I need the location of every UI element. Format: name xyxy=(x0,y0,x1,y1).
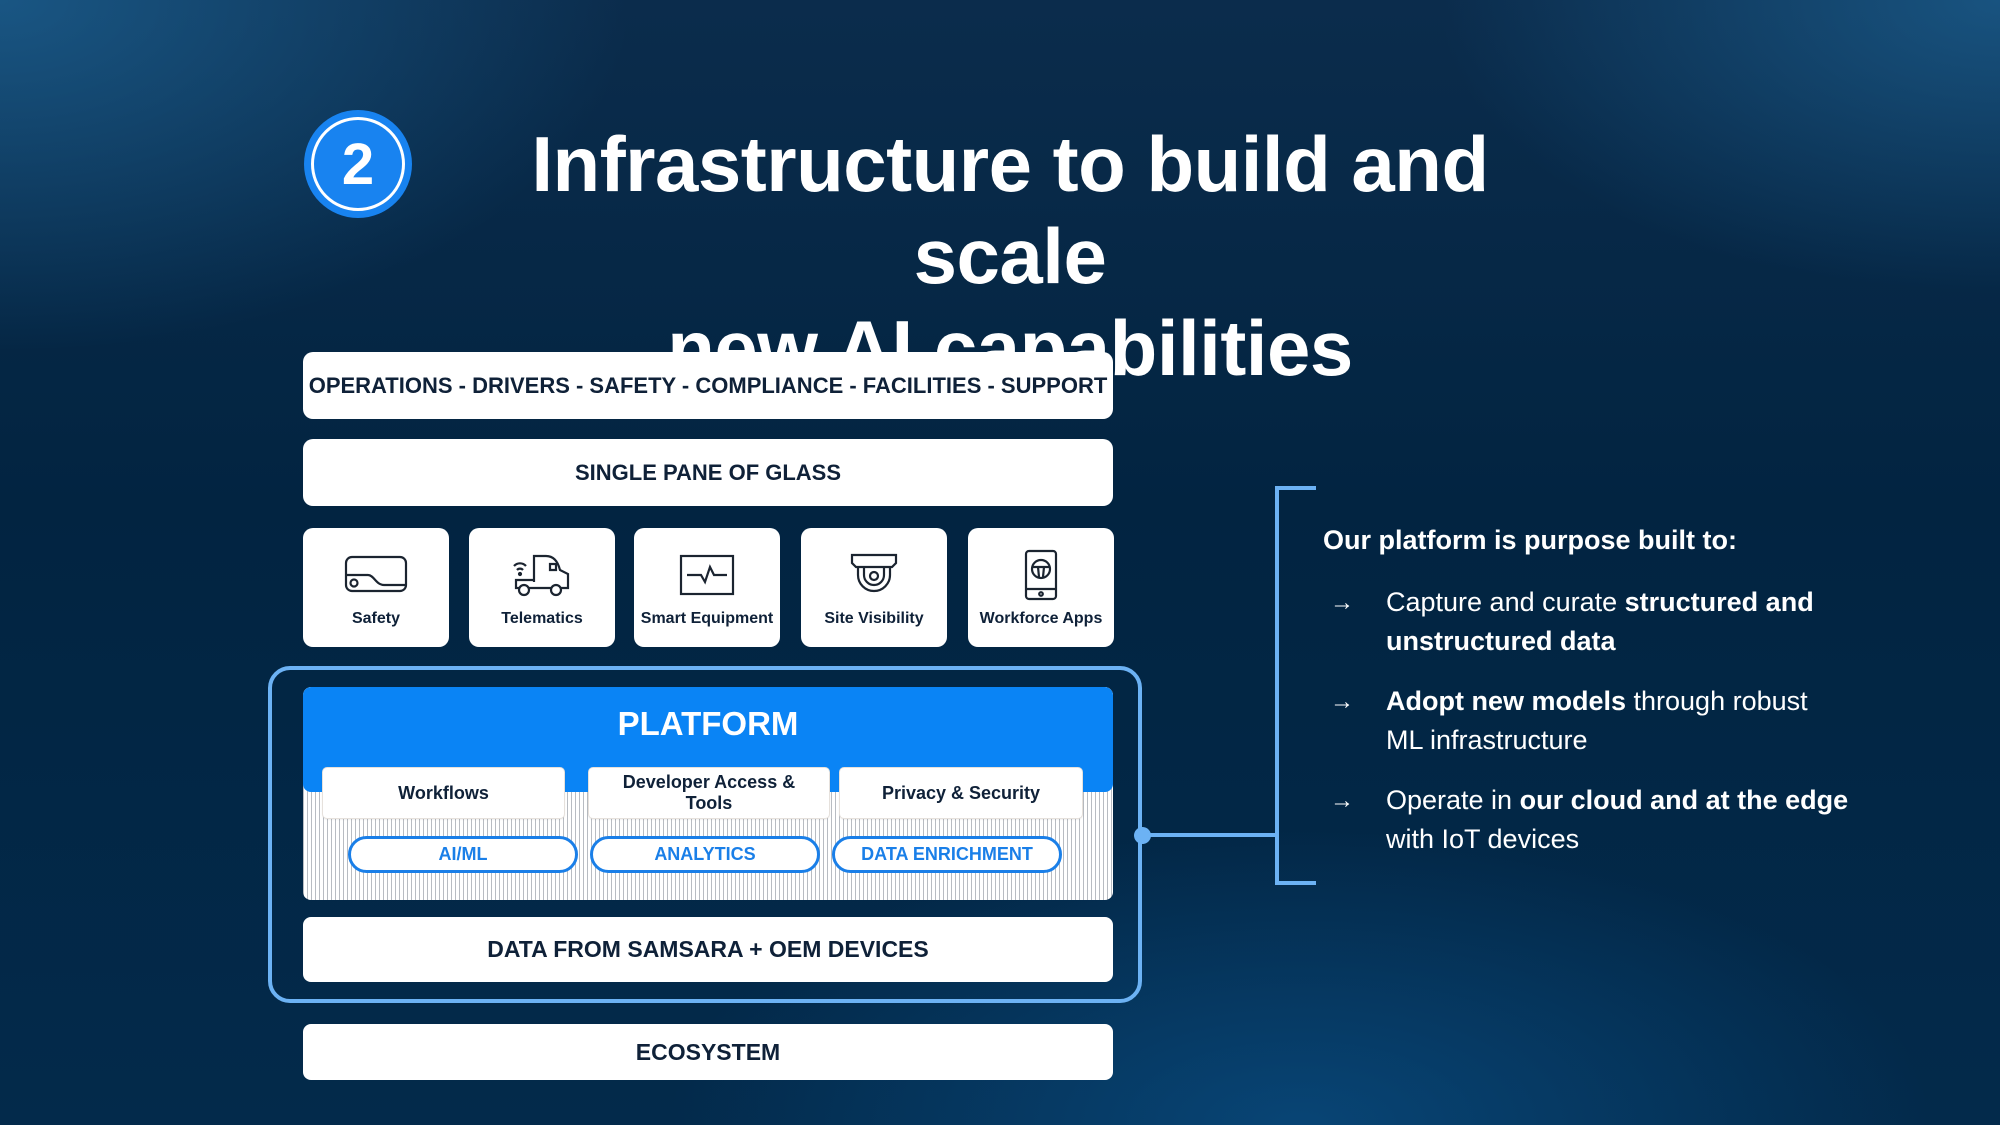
bullet-text: Operate in our cloud and at the edge wit… xyxy=(1386,781,1850,859)
tile-telematics: Telematics xyxy=(469,528,615,647)
tile-label: Telematics xyxy=(501,610,583,627)
bullet-item: → Capture and curate structured and unst… xyxy=(1330,583,1850,661)
bullet-span: Capture and curate xyxy=(1386,587,1625,617)
step-number-badge: 2 xyxy=(304,110,412,218)
tile-workforce-apps: Workforce Apps xyxy=(968,528,1114,647)
tile-label: Site Visibility xyxy=(824,610,924,627)
truck-wifi-icon xyxy=(510,550,574,600)
dome-camera-icon xyxy=(842,550,906,600)
platform-title: PLATFORM xyxy=(617,705,799,742)
tile-smart-equipment: Smart Equipment xyxy=(634,528,780,647)
audience-bar: OPERATIONS - DRIVERS - SAFETY - COMPLIAN… xyxy=(303,352,1113,419)
step-number: 2 xyxy=(341,131,375,197)
card-privacy-security: Privacy & Security xyxy=(840,768,1082,818)
bullet-text: Adopt new models through robust ML infra… xyxy=(1386,682,1850,760)
platform-block: PLATFORM Workflows Developer Access & To… xyxy=(303,687,1113,900)
title-line-1: Infrastructure to build and scale xyxy=(531,120,1489,300)
ecosystem-bar: ECOSYSTEM xyxy=(303,1024,1113,1080)
dashcam-icon xyxy=(344,550,408,600)
bracket-top xyxy=(1275,486,1316,490)
pill-analytics: ANALYTICS xyxy=(590,836,820,873)
bullet-item: → Operate in our cloud and at the edge w… xyxy=(1330,781,1850,859)
panel-heading: Our platform is purpose built to: xyxy=(1323,525,1737,555)
pill-ai-ml: AI/ML xyxy=(348,836,578,873)
connector-line xyxy=(1142,833,1278,837)
bullet-span: Operate in xyxy=(1386,785,1520,815)
bracket-bottom xyxy=(1275,881,1316,885)
tile-label: Workforce Apps xyxy=(979,610,1103,627)
pulse-monitor-icon xyxy=(675,550,739,600)
card-developer-access: Developer Access & Tools xyxy=(589,768,829,818)
arrow-right-icon: → xyxy=(1330,688,1354,715)
bullet-item: → Adopt new models through robust ML inf… xyxy=(1330,682,1850,760)
bracket-vertical xyxy=(1275,486,1279,885)
tile-site-visibility: Site Visibility xyxy=(801,528,947,647)
tile-label: Smart Equipment xyxy=(640,610,774,627)
arrow-right-icon: → xyxy=(1330,787,1354,814)
bullet-text: Capture and curate structured and unstru… xyxy=(1386,583,1850,661)
arrow-right-icon: → xyxy=(1330,589,1354,616)
tile-safety: Safety xyxy=(303,528,449,647)
single-pane-bar: SINGLE PANE OF GLASS xyxy=(303,439,1113,506)
data-sources-bar: DATA FROM SAMSARA + OEM DEVICES xyxy=(303,917,1113,982)
card-workflows: Workflows xyxy=(323,768,564,818)
bullet-emphasis: Adopt new models xyxy=(1386,686,1627,716)
bullet-span: with IoT devices xyxy=(1386,824,1580,854)
tile-label: Safety xyxy=(351,610,401,627)
connector-dot xyxy=(1134,827,1151,844)
phone-steering-icon xyxy=(1009,549,1073,601)
bullet-emphasis: our cloud and at the edge xyxy=(1519,785,1849,815)
pill-data-enrichment: DATA ENRICHMENT xyxy=(832,836,1062,873)
